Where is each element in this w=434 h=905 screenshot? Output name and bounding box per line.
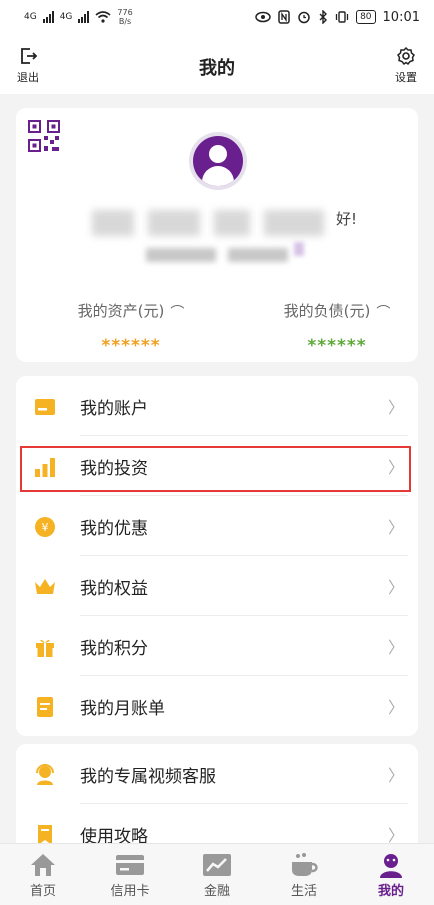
coffee-cup-icon — [292, 853, 318, 876]
tab-finance[interactable]: 金融 — [182, 850, 252, 899]
status-bar: 4G 4G 776 B/s 80 10:01 — [0, 0, 434, 34]
user-avatar-icon — [193, 136, 243, 186]
svg-text:¥: ¥ — [42, 521, 49, 534]
highlight-box — [20, 446, 411, 492]
speed-unit: B/s — [118, 17, 132, 26]
nfc-icon — [278, 10, 290, 24]
settings-label: 设置 — [395, 71, 417, 84]
tab-label: 我的 — [377, 884, 404, 899]
network-type-left: 4G — [24, 12, 37, 22]
profile-card: 好! 我的资产(元) ⌒ ****** 我的负债(元) ⌒ ****** — [16, 108, 418, 362]
menu-item-label: 我的专属视频客服 — [80, 766, 216, 787]
yuan-coin-icon: ¥ — [35, 517, 55, 537]
menu-card: 我的账户 〉 我的投资 〉 ¥ 我的优惠 〉 我的权益 〉 我的积分 〉 我的月… — [16, 376, 418, 736]
clock: 10:01 — [382, 9, 420, 25]
network-speed: 776 B/s — [117, 8, 132, 26]
speed-value: 776 — [117, 8, 133, 17]
trend-chart-icon — [203, 854, 231, 876]
signal-icon-2 — [78, 11, 90, 23]
user-info-blurred[interactable] — [146, 242, 306, 266]
wifi-icon — [95, 11, 111, 23]
tab-home[interactable]: 首页 — [8, 850, 78, 899]
settings-button[interactable]: 设置 — [388, 46, 424, 85]
greeting-suffix: 好! — [336, 210, 358, 228]
page-title: 我的 — [199, 58, 235, 79]
customer-service-icon — [36, 764, 54, 785]
vibrate-icon — [335, 11, 349, 23]
menu-item-label: 我的月账单 — [80, 698, 165, 719]
signal-icon — [42, 11, 54, 23]
gear-icon — [397, 46, 415, 66]
chevron-right-icon: 〉 — [387, 398, 404, 417]
bluetooth-icon — [319, 10, 328, 24]
tab-label: 信用卡 — [110, 884, 150, 899]
card-icon — [35, 399, 55, 415]
menu-item-label: 我的账户 — [80, 398, 148, 419]
assets-summary[interactable]: 我的资产(元) ⌒ ****** — [56, 300, 206, 356]
chevron-right-icon: 〉 — [387, 766, 404, 785]
network-type-right: 4G — [59, 12, 73, 22]
tab-label: 生活 — [290, 884, 317, 899]
tab-life[interactable]: 生活 — [269, 850, 339, 899]
eye-closed-icon[interactable]: ⌒ — [376, 302, 390, 322]
bottom-tab-bar: 首页 信用卡 金融 生活 我的 — [0, 843, 434, 905]
gift-icon — [36, 639, 54, 657]
user-name-blurred — [88, 206, 348, 238]
menu-item-discounts[interactable]: ¥ 我的优惠 〉 — [16, 496, 418, 556]
tab-mine[interactable]: 我的 — [356, 850, 426, 899]
bill-icon — [37, 697, 53, 717]
qr-code-icon[interactable] — [28, 120, 60, 152]
menu-item-video-service[interactable]: 我的专属视频客服 〉 — [16, 744, 418, 804]
chevron-right-icon: 〉 — [387, 698, 404, 717]
eye-comfort-icon — [255, 11, 271, 23]
tab-label: 首页 — [29, 884, 56, 899]
user-icon — [380, 854, 402, 878]
assets-label: 我的资产(元) — [77, 302, 165, 320]
chevron-right-icon: 〉 — [387, 518, 404, 537]
menu-item-account[interactable]: 我的账户 〉 — [16, 376, 418, 436]
debt-value: ****** — [307, 335, 367, 356]
menu-item-rights[interactable]: 我的权益 〉 — [16, 556, 418, 616]
crown-icon — [35, 579, 55, 594]
menu-item-points[interactable]: 我的积分 〉 — [16, 616, 418, 676]
assets-value: ****** — [101, 335, 161, 356]
chevron-right-icon: 〉 — [387, 578, 404, 597]
menu-item-label: 我的积分 — [80, 638, 148, 659]
app-bar: 退出 我的 设置 — [0, 34, 434, 94]
eye-closed-icon[interactable]: ⌒ — [170, 302, 184, 322]
menu-item-label: 我的权益 — [80, 578, 148, 599]
home-icon — [31, 854, 55, 876]
credit-card-icon — [116, 855, 144, 875]
tab-label: 金融 — [203, 884, 230, 899]
alarm-icon — [298, 11, 310, 24]
debt-summary[interactable]: 我的负债(元) ⌒ ****** — [262, 300, 412, 356]
menu-item-monthly-bill[interactable]: 我的月账单 〉 — [16, 676, 418, 736]
chevron-right-icon: 〉 — [387, 638, 404, 657]
battery-indicator: 80 — [356, 10, 376, 24]
menu-item-label: 我的优惠 — [80, 518, 148, 539]
avatar[interactable] — [189, 132, 247, 190]
debt-label: 我的负债(元) — [283, 302, 371, 320]
tab-credit-card[interactable]: 信用卡 — [95, 850, 165, 899]
